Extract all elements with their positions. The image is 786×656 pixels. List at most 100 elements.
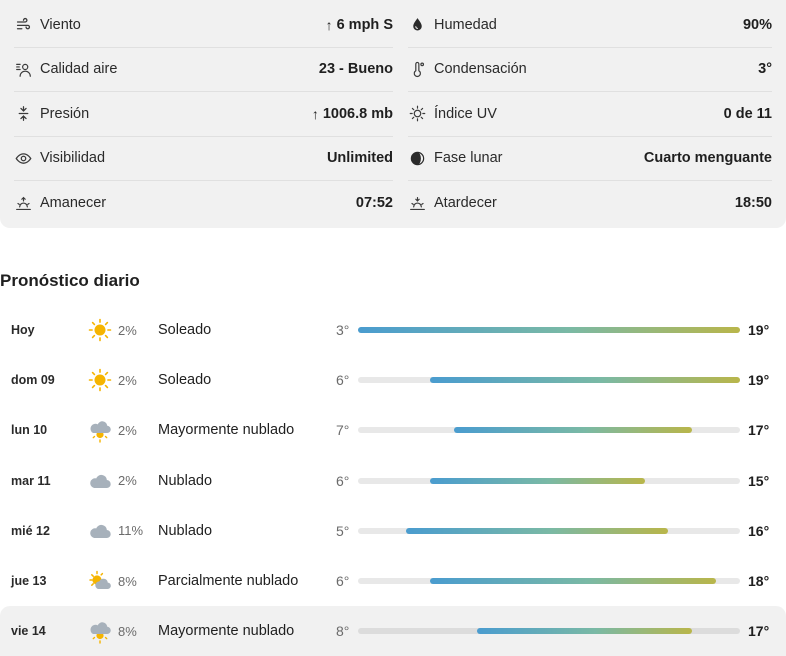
- detail-value: 07:52: [356, 195, 393, 211]
- low-temp: 3°: [336, 322, 350, 339]
- day-row-mar-11[interactable]: mar 11 2% Nublado 6° 15°: [0, 456, 786, 506]
- low-temp: 6°: [336, 372, 350, 389]
- detail-value: Unlimited: [327, 150, 393, 166]
- cloud-icon: [87, 518, 113, 544]
- partly-cloudy-icon: [87, 568, 113, 594]
- detail-value: 0 de 11: [724, 106, 772, 122]
- sunrise-icon: [14, 194, 32, 212]
- detail-row-presion: Presión ↑ 1006.8 mb: [14, 92, 393, 137]
- daily-forecast-list: Hoy 2% Soleado 3° 19° dom 09 2% Soleado 6° 19° lun…: [0, 305, 786, 656]
- precip-chance: 2%: [118, 372, 137, 388]
- detail-value: 23 - Bueno: [319, 61, 393, 77]
- detail-label: Visibilidad: [40, 150, 106, 167]
- detail-row-fase-lunar: Fase lunar Cuarto menguante: [408, 137, 772, 181]
- day-row-mie-12[interactable]: mié 12 11% Nublado 5° 16°: [0, 506, 786, 556]
- day-name: jue 13: [11, 574, 47, 589]
- day-condition: Nublado: [158, 472, 213, 489]
- detail-label: Humedad: [434, 16, 497, 33]
- detail-row-indice-uv: Índice UV 0 de 11: [408, 92, 772, 137]
- low-temp: 8°: [336, 623, 350, 640]
- temp-range-bar: [429, 578, 717, 585]
- temp-range-track: [358, 427, 740, 434]
- detail-value: 3°: [758, 61, 772, 77]
- air-quality-icon: [14, 60, 32, 78]
- day-row-hoy[interactable]: Hoy 2% Soleado 3° 19°: [0, 305, 786, 355]
- sun-icon: [87, 367, 113, 393]
- detail-row-atardecer: Atardecer 18:50: [408, 181, 772, 226]
- arrow-up-icon: ↑: [311, 105, 319, 122]
- detail-value: ↑ 1006.8 mb: [312, 106, 393, 122]
- detail-label: Atardecer: [434, 195, 497, 212]
- detail-label: Viento: [40, 16, 81, 33]
- cloud-sun-icon: [87, 618, 113, 644]
- day-name: vie 14: [11, 624, 46, 639]
- day-name: mié 12: [11, 523, 50, 538]
- high-temp: 17°: [748, 422, 770, 439]
- detail-row-calidad-aire: Calidad aire 23 - Bueno: [14, 48, 393, 92]
- detail-label: Presión: [40, 105, 90, 122]
- day-row-jue-13[interactable]: jue 13 8% Parcialmente nublado 6° 18°: [0, 556, 786, 606]
- temp-range-bar: [405, 527, 669, 534]
- precip-chance: 2%: [118, 422, 137, 438]
- detail-value-text: 1006.8 mb: [322, 105, 393, 122]
- precip-chance: 2%: [118, 473, 137, 489]
- temp-range-track: [358, 578, 740, 585]
- day-name: Hoy: [11, 323, 35, 338]
- sunset-icon: [408, 194, 426, 212]
- temp-range-track: [358, 527, 740, 534]
- detail-label: Calidad aire: [40, 61, 118, 78]
- precip-chance: 2%: [118, 322, 137, 338]
- moon-phase-icon: [408, 149, 426, 167]
- detail-value-text: Unlimited: [326, 150, 393, 167]
- day-name: mar 11: [11, 473, 51, 488]
- detail-value: ↑ 6 mph S: [326, 17, 393, 33]
- day-condition: Parcialmente nublado: [158, 573, 299, 590]
- precip-chance: 11%: [118, 523, 144, 539]
- temp-range-bar: [477, 628, 693, 635]
- temp-range-track: [358, 327, 740, 334]
- detail-value-text: Cuarto menguante: [643, 150, 772, 167]
- high-temp: 18°: [748, 573, 770, 590]
- details-column-left: Viento ↑ 6 mph S Calidad aire 23 - Bueno Pres…: [14, 3, 393, 226]
- daily-forecast-title: Pronóstico diario: [0, 271, 140, 290]
- day-condition: Soleado: [158, 322, 212, 339]
- cloud-icon: [87, 468, 113, 494]
- low-temp: 5°: [336, 522, 350, 539]
- temp-range-track: [358, 377, 740, 384]
- precip-chance: 8%: [118, 623, 137, 639]
- weather-details-card: Viento ↑ 6 mph S Calidad aire 23 - Bueno Pres…: [0, 0, 786, 228]
- precip-chance: 8%: [118, 573, 137, 589]
- detail-row-visibilidad: Visibilidad Unlimited: [14, 137, 393, 181]
- high-temp: 17°: [748, 623, 770, 640]
- detail-value-text: 23 - Bueno: [318, 61, 393, 78]
- detail-row-amanecer: Amanecer 07:52: [14, 181, 393, 226]
- detail-value-text: 6 mph S: [336, 16, 393, 33]
- cloud-sun-icon: [87, 417, 113, 444]
- uv-icon: [408, 105, 426, 123]
- day-row-dom-09[interactable]: dom 09 2% Soleado 6° 19°: [0, 355, 786, 405]
- pressure-icon: [14, 105, 32, 123]
- day-row-lun-10[interactable]: lun 10 2% Mayormente nublado 7° 17°: [0, 405, 786, 455]
- detail-label: Amanecer: [40, 195, 107, 212]
- detail-value-text: 18:50: [734, 195, 772, 212]
- day-name: lun 10: [11, 423, 48, 438]
- thermometer-icon: [408, 60, 426, 78]
- day-condition: Mayormente nublado: [158, 623, 295, 640]
- detail-row-condensacion: Condensación 3°: [408, 48, 772, 92]
- high-temp: 19°: [748, 372, 770, 389]
- detail-value-text: 90%: [742, 16, 772, 33]
- temp-range-bar: [429, 377, 740, 384]
- day-row-vie-14[interactable]: vie 14 8% Mayormente nublado 8° 17°: [0, 606, 786, 656]
- high-temp: 15°: [748, 472, 770, 489]
- day-condition: Nublado: [158, 522, 213, 539]
- temp-range-track: [358, 628, 740, 635]
- low-temp: 6°: [336, 472, 350, 489]
- day-condition: Mayormente nublado: [158, 422, 295, 439]
- temp-range-bar: [358, 327, 740, 334]
- detail-row-humedad: Humedad 90%: [408, 3, 772, 48]
- detail-value-text: 07:52: [355, 195, 393, 212]
- drop-icon: [408, 16, 426, 34]
- wind-icon: [14, 16, 32, 34]
- detail-value-text: 0 de 11: [723, 105, 772, 122]
- detail-value: 18:50: [735, 195, 772, 211]
